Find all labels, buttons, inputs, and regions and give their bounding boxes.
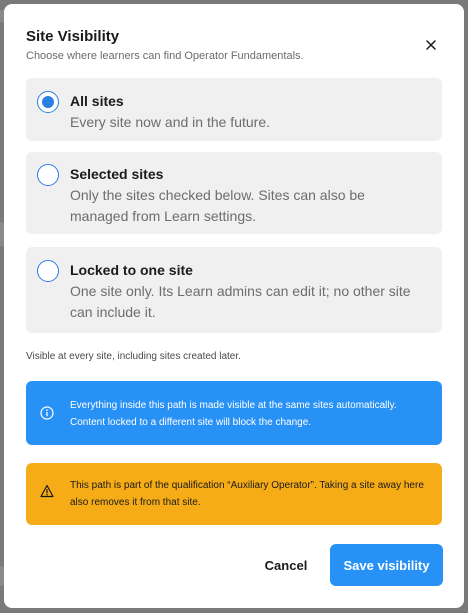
info-icon — [40, 406, 54, 420]
option-label: Selected sites — [70, 166, 164, 182]
radio-locked-one-site[interactable] — [37, 260, 59, 282]
dialog-title: Site Visibility — [26, 28, 120, 45]
warning-banner-text: This path is part of the qualification “… — [70, 480, 424, 508]
option-label: Locked to one site — [70, 262, 193, 278]
dialog-subtitle: Choose where learners can find Operator … — [26, 50, 304, 62]
site-visibility-dialog: Site Visibility Choose where learners ca… — [4, 4, 464, 608]
option-description: Only the sites checked below. Sites can … — [70, 187, 365, 224]
cancel-button[interactable]: Cancel — [244, 544, 328, 586]
close-button[interactable] — [420, 34, 442, 56]
warning-icon — [40, 484, 54, 498]
option-label: All sites — [70, 93, 124, 109]
info-banner-text: Everything inside this path is made visi… — [70, 400, 397, 428]
visibility-helper-text: Visible at every site, including sites c… — [26, 351, 241, 362]
info-banner: Everything inside this path is made visi… — [26, 381, 442, 445]
warning-banner: This path is part of the qualification “… — [26, 463, 442, 525]
close-icon — [426, 40, 436, 50]
save-visibility-button[interactable]: Save visibility — [330, 544, 443, 586]
option-all-sites[interactable]: All sites Every site now and in the futu… — [26, 78, 442, 141]
option-description: Every site now and in the future. — [70, 114, 270, 130]
option-selected-sites[interactable]: Selected sites Only the sites checked be… — [26, 152, 442, 234]
option-description: One site only. Its Learn admins can edit… — [70, 283, 411, 320]
radio-selected-sites[interactable] — [37, 164, 59, 186]
radio-all-sites[interactable] — [37, 91, 59, 113]
option-locked-one-site[interactable]: Locked to one site One site only. Its Le… — [26, 247, 442, 333]
